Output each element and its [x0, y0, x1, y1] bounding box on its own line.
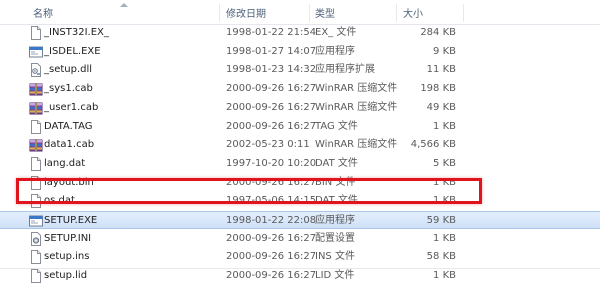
- column-divider[interactable]: [309, 4, 310, 22]
- file-type: LID 文件: [315, 270, 355, 282]
- file-size: 1 KB: [433, 232, 456, 244]
- file-modified-date: 1998-01-23 14:32: [226, 64, 317, 76]
- column-header-size[interactable]: 大小: [403, 0, 423, 24]
- file-type: WinRAR 压缩文件: [315, 139, 398, 151]
- file-modified-date: 1998-01-22 22:08: [226, 215, 317, 226]
- file-row[interactable]: lang.dat 1997-10-20 10:20 DAT 文件 5 KB: [0, 155, 600, 173]
- file-size: 1 KB: [433, 270, 456, 282]
- file-modified-date: 1997-10-20 10:20: [226, 157, 317, 169]
- generic-file-icon: [29, 119, 43, 134]
- column-divider[interactable]: [219, 4, 220, 22]
- file-row[interactable]: DATA.TAG 2000-09-26 16:27 TAG 文件 1 KB: [0, 118, 600, 136]
- file-name: _ISDEL.EXE: [44, 45, 101, 57]
- file-modified-date: 2000-09-26 16:27: [226, 232, 317, 244]
- file-size: 4,566 KB: [410, 139, 456, 151]
- column-divider[interactable]: [396, 4, 397, 22]
- file-name: data1.cab: [44, 139, 95, 151]
- generic-file-icon: [29, 269, 43, 284]
- application-icon: [29, 214, 43, 228]
- file-name: SETUP.INI: [44, 232, 92, 244]
- file-name: setup.lid: [44, 270, 88, 282]
- column-header-date[interactable]: 修改日期: [226, 0, 266, 24]
- application-icon: [29, 45, 43, 59]
- file-row[interactable]: data1.cab 2002-05-23 0:11 WinRAR 压缩文件 4,566…: [0, 136, 600, 154]
- generic-file-icon: [29, 156, 43, 171]
- file-modified-date: 2000-09-26 16:27: [226, 101, 317, 113]
- column-header-type[interactable]: 类型: [315, 0, 335, 24]
- file-type: WinRAR 压缩文件: [315, 101, 398, 113]
- file-modified-date: 2000-09-26 16:27: [226, 120, 317, 132]
- file-name: setup.ins: [44, 251, 90, 263]
- file-row[interactable]: setup.ins 2000-09-26 16:27 INS 文件 58 KB: [0, 248, 600, 266]
- file-type: EX_ 文件: [315, 27, 357, 38]
- file-row[interactable]: _setup.dll 1998-01-23 14:32 应用程序扩展 11 KB: [0, 61, 600, 79]
- file-modified-date: 2002-05-23 0:11: [226, 139, 310, 151]
- generic-file-icon: [29, 26, 43, 40]
- sort-up-icon: [120, 3, 128, 7]
- file-type: 应用程序扩展: [315, 64, 375, 76]
- file-name: _setup.dll: [44, 64, 93, 76]
- file-type: TAG 文件: [315, 120, 358, 132]
- annotation-highlight-box: [16, 178, 482, 204]
- file-type: WinRAR 压缩文件: [315, 83, 398, 95]
- settings-file-icon: [29, 231, 43, 246]
- column-header-bar: 名称 修改日期 类型 大小: [0, 0, 600, 25]
- file-name: _sys1.cab: [44, 83, 93, 95]
- file-modified-date: 1998-01-27 14:07: [226, 45, 317, 57]
- file-size: 1 KB: [433, 120, 456, 132]
- column-header-name[interactable]: 名称: [33, 0, 53, 24]
- file-modified-date: 1998-01-22 21:54: [226, 27, 317, 38]
- file-size: 58 KB: [426, 251, 456, 263]
- list-bottom-border: [0, 268, 600, 269]
- file-type: 应用程序: [315, 215, 355, 226]
- file-name: SETUP.EXE: [44, 215, 98, 226]
- file-modified-date: 2000-09-26 16:27: [226, 270, 317, 282]
- generic-file-icon: [29, 250, 43, 265]
- file-row-selected[interactable]: SETUP.EXE 1998-01-22 22:08 应用程序 59 KB: [0, 211, 600, 229]
- file-type: 应用程序: [315, 45, 355, 57]
- file-row[interactable]: _ISDEL.EXE 1998-01-27 14:07 应用程序 9 KB: [0, 43, 600, 61]
- file-name: _INST32I.EX_: [44, 27, 109, 38]
- column-divider[interactable]: [463, 4, 464, 22]
- archive-icon: [29, 138, 43, 152]
- file-size: 11 KB: [426, 64, 456, 76]
- file-name: _user1.cab: [44, 101, 99, 113]
- file-row[interactable]: _INST32I.EX_ 1998-01-22 21:54 EX_ 文件 284 KB: [0, 24, 600, 42]
- file-row[interactable]: _user1.cab 2000-09-26 16:27 WinRAR 压缩文件 49 …: [0, 99, 600, 117]
- file-size: 9 KB: [433, 45, 456, 57]
- file-type: DAT 文件: [315, 157, 358, 169]
- dll-icon: [29, 63, 43, 78]
- file-size: 284 KB: [420, 27, 456, 38]
- file-name: DATA.TAG: [44, 120, 93, 132]
- file-size: 49 KB: [426, 101, 456, 113]
- file-size: 5 KB: [433, 157, 456, 169]
- file-type: INS 文件: [315, 251, 355, 263]
- file-name: lang.dat: [44, 157, 86, 169]
- file-modified-date: 2000-09-26 16:27: [226, 251, 317, 263]
- archive-icon: [29, 101, 43, 115]
- file-row[interactable]: _sys1.cab 2000-09-26 16:27 WinRAR 压缩文件 198 …: [0, 80, 600, 98]
- file-modified-date: 2000-09-26 16:27: [226, 83, 317, 95]
- file-type: 配置设置: [315, 232, 355, 244]
- archive-icon: [29, 82, 43, 96]
- file-size: 59 KB: [426, 215, 456, 226]
- file-size: 198 KB: [420, 83, 456, 95]
- file-row[interactable]: setup.lid 2000-09-26 16:27 LID 文件 1 KB: [0, 267, 600, 285]
- file-row[interactable]: SETUP.INI 2000-09-26 16:27 配置设置 1 KB: [0, 230, 600, 248]
